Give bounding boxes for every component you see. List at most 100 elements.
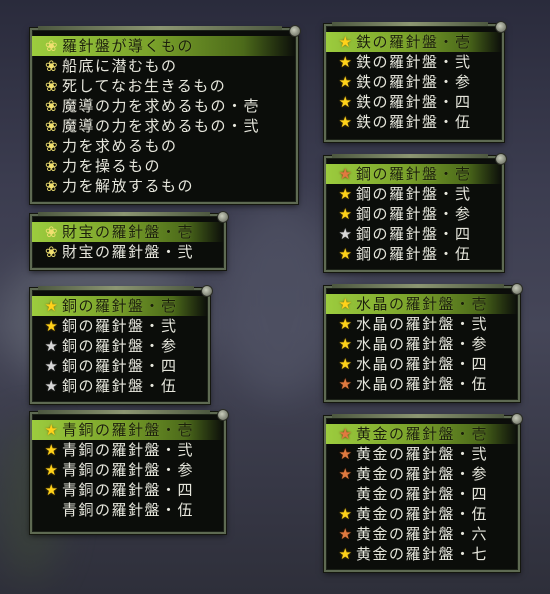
star-gold-icon: ★ (338, 545, 354, 563)
list-item-label: 銅の羅針盤・壱 (62, 297, 178, 315)
list-item-label: 鋼の羅針盤・四 (356, 225, 472, 243)
star-silver-icon: ★ (44, 377, 60, 395)
list-item-label: 鉄の羅針盤・伍 (356, 113, 472, 131)
flower-icon: ❀ (44, 57, 60, 75)
list-item[interactable]: ★ 鋼の羅針盤・四 (326, 224, 502, 244)
star-gold-icon: ★ (338, 245, 354, 263)
mission-list-panel: ❀ 羅針盤が導くもの ❀ 船底に潜むもの ❀ 死してなお生きるもの ❀ 魔導の力を求めるもの・… (30, 25, 301, 204)
list-item[interactable]: ★ 青銅の羅針盤・四 (32, 480, 224, 500)
list-item-label: 黄金の羅針盤・壱 (356, 425, 489, 443)
iron-compass-panel: ★ 鉄の羅針盤・壱 ★ 鉄の羅針盤・弐 ★ 鉄の羅針盤・参 ★ 鉄の羅針盤・四 ★ 鉄の羅針盤・伍 (324, 21, 507, 142)
flower-icon: ❀ (44, 177, 60, 195)
star-gold-icon: ★ (44, 297, 60, 315)
list-item[interactable]: ★ 鋼の羅針盤・参 (326, 204, 502, 224)
list-item-label: 羅針盤が導くもの (62, 37, 195, 55)
star-gold-icon: ★ (44, 441, 60, 459)
star-gold-icon: ★ (44, 481, 60, 499)
list-item-label: 青銅の羅針盤・四 (62, 481, 195, 499)
list-item[interactable]: ★ 銅の羅針盤・参 (32, 336, 208, 356)
list-item-label: 青銅の羅針盤・伍 (62, 501, 195, 519)
star-gold-icon: ★ (44, 461, 60, 479)
background-scenery (220, 200, 340, 400)
list-item[interactable]: ★ 銅の羅針盤・壱 (32, 296, 208, 316)
list-item-label: 力を操るもの (62, 157, 162, 175)
star-gold-icon: ★ (338, 93, 354, 111)
star-gold-icon: ★ (338, 315, 354, 333)
list-item[interactable]: ★ 青銅の羅針盤・壱 (32, 420, 224, 440)
list-item-label: 財宝の羅針盤・壱 (62, 223, 195, 241)
list-item[interactable]: ★ 鋼の羅針盤・伍 (326, 244, 502, 264)
list-item-label: 死してなお生きるもの (62, 77, 227, 95)
list-item[interactable]: ❀ 力を操るもの (32, 156, 296, 176)
flower-icon: ❀ (44, 137, 60, 155)
list-item[interactable]: ★ 水晶の羅針盤・壱 (326, 294, 518, 314)
list-item-label: 力を求めるもの (62, 137, 178, 155)
list-item[interactable]: ★ 鉄の羅針盤・壱 (326, 32, 502, 52)
list-item[interactable]: ★ 鋼の羅針盤・壱 (326, 164, 502, 184)
list-item[interactable]: ★ 鋼の羅針盤・弐 (326, 184, 502, 204)
list-item[interactable]: ★ 黄金の羅針盤・七 (326, 544, 518, 564)
star-bronze-icon: ★ (338, 375, 354, 393)
list-item[interactable]: ★ 青銅の羅針盤・弐 (32, 440, 224, 460)
star-gold-icon: ★ (338, 355, 354, 373)
list-item[interactable]: ★ 黄金の羅針盤・六 (326, 524, 518, 544)
list-item-label: 鉄の羅針盤・壱 (356, 33, 472, 51)
star-gold-icon: ★ (338, 73, 354, 91)
list-item[interactable]: ★ 鉄の羅針盤・四 (326, 92, 502, 112)
list-item-label: 銅の羅針盤・弐 (62, 317, 178, 335)
list-item[interactable]: ★ 黄金の羅針盤・伍 (326, 504, 518, 524)
list-item[interactable]: ★ 水晶の羅針盤・四 (326, 354, 518, 374)
list-item[interactable]: ❀ 魔導の力を求めるもの・弐 (32, 116, 296, 136)
list-item[interactable]: ❀ 船底に潜むもの (32, 56, 296, 76)
list-item[interactable]: ★ 鉄の羅針盤・参 (326, 72, 502, 92)
crystal-compass-panel: ★ 水晶の羅針盤・壱 ★ 水晶の羅針盤・弐 ★ 水晶の羅針盤・参 ★ 水晶の羅針盤・四 ★ 水晶の… (324, 283, 523, 402)
star-gold-icon: ★ (338, 295, 354, 313)
list-item[interactable]: 青銅の羅針盤・伍 (32, 500, 224, 520)
list-item-label: 銅の羅針盤・参 (62, 337, 178, 355)
list-item-label: 水晶の羅針盤・四 (356, 355, 489, 373)
list-item-label: 黄金の羅針盤・参 (356, 465, 489, 483)
list-item[interactable]: ❀ 力を求めるもの (32, 136, 296, 156)
flower-icon: ❀ (44, 97, 60, 115)
star-gold-icon: ★ (338, 335, 354, 353)
list-item[interactable]: 黄金の羅針盤・四 (326, 484, 518, 504)
star-gold-icon: ★ (338, 33, 354, 51)
list-item-label: 鋼の羅針盤・壱 (356, 165, 472, 183)
list-item[interactable]: ❀ 財宝の羅針盤・壱 (32, 222, 224, 242)
list-item[interactable]: ❀ 力を解放するもの (32, 176, 296, 196)
star-gold-icon: ★ (338, 505, 354, 523)
list-item-label: 鉄の羅針盤・参 (356, 73, 472, 91)
list-item[interactable]: ❀ 魔導の力を求めるもの・壱 (32, 96, 296, 116)
list-item-label: 青銅の羅針盤・参 (62, 461, 195, 479)
list-item-label: 水晶の羅針盤・参 (356, 335, 489, 353)
list-item-label: 黄金の羅針盤・弐 (356, 445, 489, 463)
list-item[interactable]: ★ 銅の羅針盤・伍 (32, 376, 208, 396)
list-item[interactable]: ★ 黄金の羅針盤・弐 (326, 444, 518, 464)
star-silver-icon: ★ (44, 357, 60, 375)
list-item[interactable]: ❀ 死してなお生きるもの (32, 76, 296, 96)
star-bronze-icon: ★ (338, 165, 354, 183)
list-item[interactable]: ★ 鉄の羅針盤・弐 (326, 52, 502, 72)
star-gold-icon: ★ (338, 185, 354, 203)
list-item[interactable]: ★ 鉄の羅針盤・伍 (326, 112, 502, 132)
list-item-label: 青銅の羅針盤・壱 (62, 421, 195, 439)
bronze-compass-panel: ★ 青銅の羅針盤・壱 ★ 青銅の羅針盤・弐 ★ 青銅の羅針盤・参 ★ 青銅の羅針盤・四 青銅の羅… (30, 409, 229, 534)
star-bronze-icon: ★ (338, 445, 354, 463)
flower-icon: ❀ (44, 117, 60, 135)
list-item[interactable]: ❀ 羅針盤が導くもの (32, 36, 296, 56)
list-item[interactable]: ★ 黄金の羅針盤・壱 (326, 424, 518, 444)
list-item[interactable]: ❀ 財宝の羅針盤・弐 (32, 242, 224, 262)
list-item[interactable]: ★ 黄金の羅針盤・参 (326, 464, 518, 484)
list-item[interactable]: ★ 青銅の羅針盤・参 (32, 460, 224, 480)
star-bronze-icon: ★ (338, 465, 354, 483)
star-gold-icon: ★ (338, 53, 354, 71)
list-item-label: 銅の羅針盤・伍 (62, 377, 178, 395)
list-item[interactable]: ★ 水晶の羅針盤・弐 (326, 314, 518, 334)
list-item-label: 黄金の羅針盤・伍 (356, 505, 489, 523)
list-item[interactable]: ★ 水晶の羅針盤・伍 (326, 374, 518, 394)
list-item[interactable]: ★ 銅の羅針盤・弐 (32, 316, 208, 336)
list-item[interactable]: ★ 水晶の羅針盤・参 (326, 334, 518, 354)
list-item[interactable]: ★ 銅の羅針盤・四 (32, 356, 208, 376)
list-item-label: 鋼の羅針盤・伍 (356, 245, 472, 263)
star-gold-icon: ★ (338, 205, 354, 223)
